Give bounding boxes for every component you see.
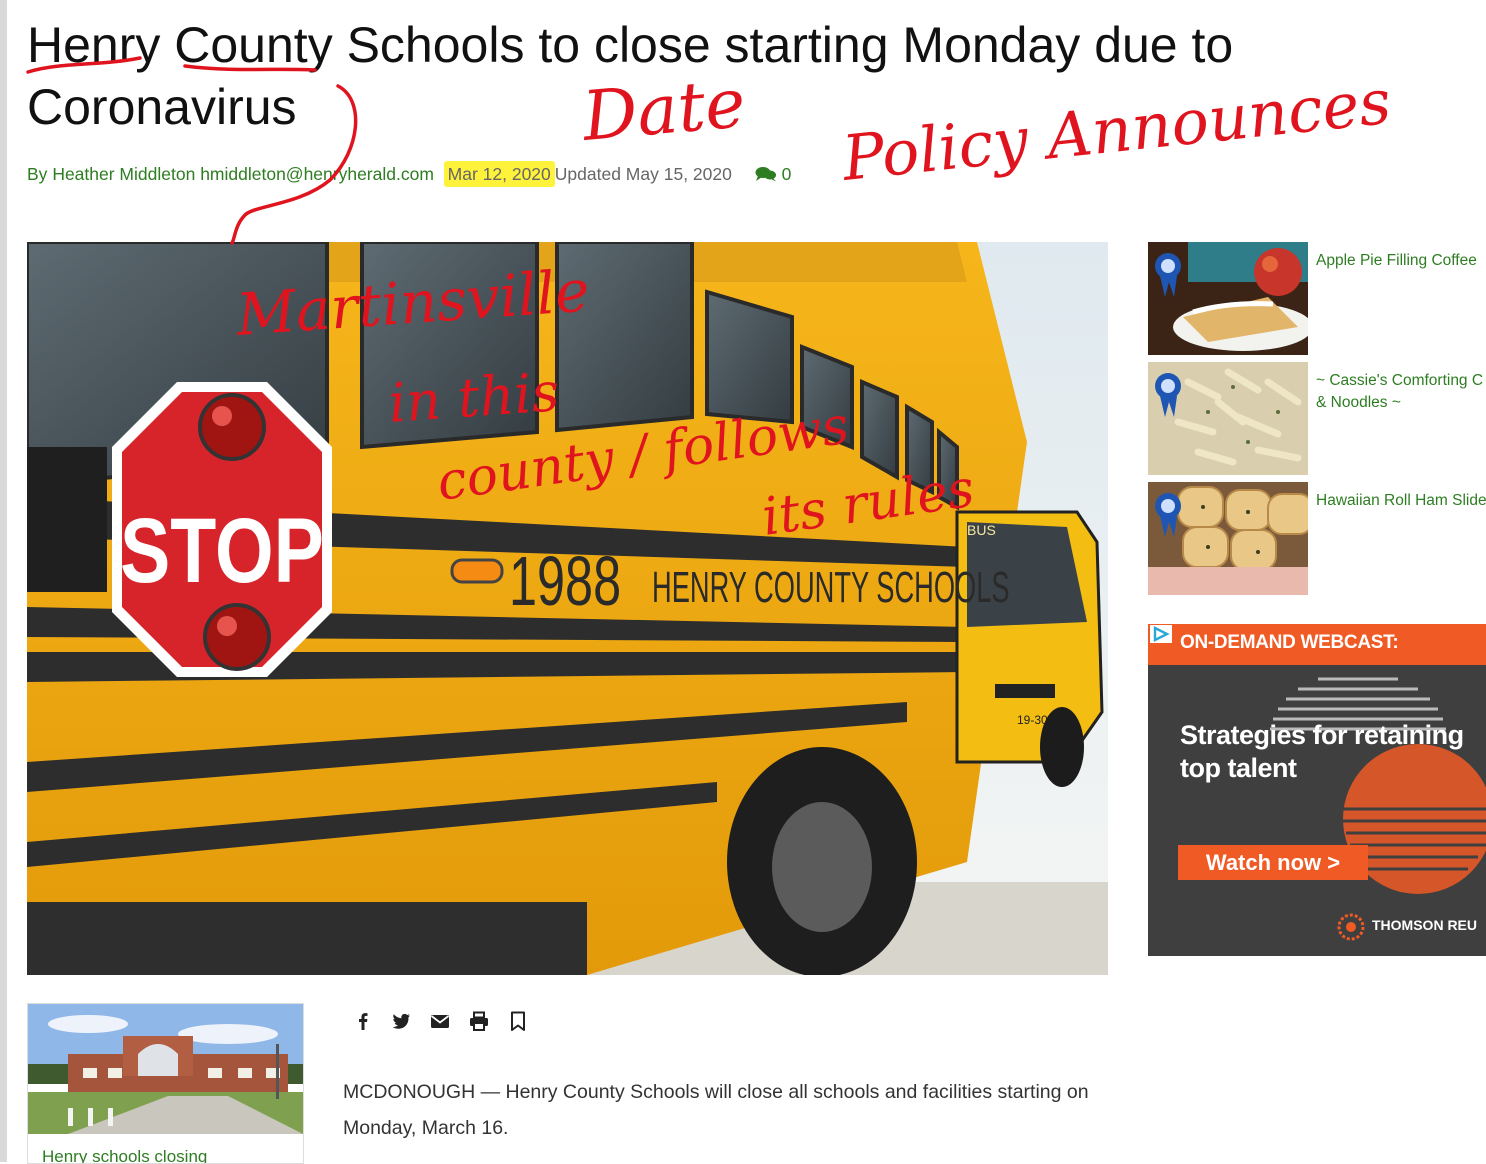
stop-sign-text: STOP xyxy=(120,499,324,602)
author-email-link[interactable]: hmiddleton@henryherald.com xyxy=(200,164,434,184)
comments-link[interactable]: 0 xyxy=(755,164,792,184)
webcast-ad[interactable]: ON-DEMAND WEBCAST: Strategies for retain… xyxy=(1148,624,1486,956)
print-icon[interactable] xyxy=(468,1010,490,1032)
bus-lettering: HENRY COUNTY SCHOOLS xyxy=(652,562,1010,611)
recipe-thumbnail xyxy=(1148,362,1308,475)
bookmark-icon[interactable] xyxy=(507,1010,529,1032)
recipe-link[interactable]: Apple Pie Filling Coffee xyxy=(1316,250,1486,272)
adchoices-icon[interactable] xyxy=(1150,625,1172,643)
article-body-paragraph: MCDONOUGH — Henry County Schools will cl… xyxy=(343,1081,1089,1139)
recipe-link[interactable]: Hawaiian Roll Ham Slide xyxy=(1316,490,1486,512)
byline-prefix: By xyxy=(27,164,48,184)
byline: By Heather Middleton hmiddleton@henryher… xyxy=(27,161,792,187)
recipe-thumbnail xyxy=(1148,242,1308,355)
comment-count: 0 xyxy=(781,164,792,184)
sidebar-item-recipe-1[interactable]: Apple Pie Filling Coffee xyxy=(1148,242,1486,356)
twitter-icon[interactable] xyxy=(390,1010,412,1032)
bus-number: 1988 xyxy=(509,542,621,620)
related-article-thumbnail xyxy=(28,1004,303,1134)
second-bus-number: 19-30 xyxy=(1017,713,1048,727)
updated-date: Updated May 15, 2020 xyxy=(554,164,732,184)
article-headline: Henry County Schools to close starting M… xyxy=(27,17,1234,135)
email-icon[interactable] xyxy=(429,1010,451,1032)
related-article-title[interactable]: Henry schools closing xyxy=(42,1147,207,1163)
comments-icon xyxy=(755,167,776,182)
facebook-icon[interactable] xyxy=(352,1010,374,1032)
author-link[interactable]: Heather Middleton xyxy=(52,164,195,184)
recipe-thumbnail xyxy=(1148,482,1308,595)
ad-brand: THOMSON REU xyxy=(1372,917,1477,933)
ad-headline: Strategies for retaining top talent xyxy=(1180,720,1464,783)
publish-date: Mar 12, 2020 xyxy=(443,161,555,187)
watch-now-button[interactable]: Watch now > xyxy=(1178,845,1368,880)
second-bus-sign: BUS xyxy=(967,522,996,538)
sidebar-item-recipe-2[interactable]: ~ Cassie's Comforting C & Noodles ~ xyxy=(1148,362,1486,476)
window-edge xyxy=(0,0,7,1162)
ad-bar-label: ON-DEMAND WEBCAST: xyxy=(1180,632,1399,653)
related-article-card[interactable]: Henry schools closing xyxy=(27,1003,304,1164)
recipe-link[interactable]: ~ Cassie's Comforting C & Noodles ~ xyxy=(1316,370,1486,414)
thomson-reuters-logo-icon xyxy=(1337,913,1365,941)
hero-image[interactable]: 19-30 BUS STOP 1988 HENRY COUNTY SCHOOLS xyxy=(27,242,1108,975)
sidebar-item-recipe-3[interactable]: Hawaiian Roll Ham Slide xyxy=(1148,482,1486,596)
